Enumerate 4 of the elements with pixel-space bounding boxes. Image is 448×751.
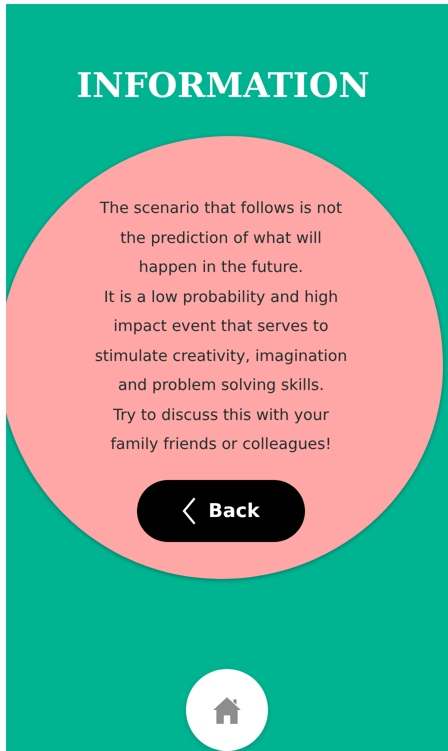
page-title: INFORMATION — [76, 65, 370, 108]
back-button[interactable]: Back — [137, 480, 305, 542]
chevron-left-icon — [182, 496, 196, 524]
info-text: The scenario that follows is not the prediction of what will happen in the future. It is a low probability and high impact event that serves to stimulate creativity, imagination and problem solving skills. Try to discuss this with your family friends or colleagues! — [94, 198, 348, 455]
